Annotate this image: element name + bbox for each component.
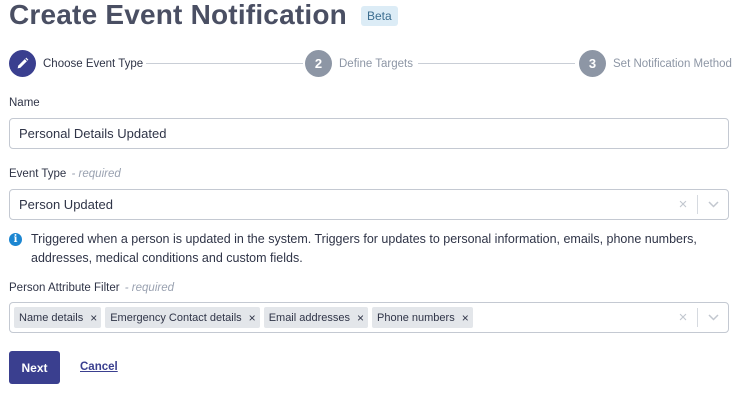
create-event-notification-page: Create Event Notification Beta Choose Ev… bbox=[0, 0, 745, 395]
tag-label: Emergency Contact details bbox=[110, 311, 242, 324]
name-label-text: Name bbox=[9, 97, 40, 109]
event-type-select[interactable]: Person Updated × bbox=[9, 189, 729, 220]
tag-label: Email addresses bbox=[268, 311, 351, 324]
attribute-filter-multiselect[interactable]: Name details × Emergency Contact details… bbox=[9, 302, 729, 333]
stepper: Choose Event Type 2 Define Targets 3 Set… bbox=[9, 50, 732, 78]
pencil-icon bbox=[9, 50, 36, 77]
tag-emergency-contact-details: Emergency Contact details × bbox=[105, 307, 260, 328]
remove-tag-icon[interactable]: × bbox=[462, 311, 469, 325]
tag-phone-numbers: Phone numbers × bbox=[372, 307, 473, 328]
info-text: Triggered when a person is updated in th… bbox=[31, 232, 697, 265]
beta-badge: Beta bbox=[360, 6, 398, 26]
tag-label: Phone numbers bbox=[377, 311, 455, 324]
remove-tag-icon[interactable]: × bbox=[90, 311, 97, 325]
clear-icon[interactable]: × bbox=[669, 196, 697, 213]
remove-tag-icon[interactable]: × bbox=[249, 311, 256, 325]
step-label: Set Notification Method bbox=[613, 57, 732, 70]
header: Create Event Notification Beta bbox=[9, 0, 398, 33]
remove-tag-icon[interactable]: × bbox=[357, 311, 364, 325]
step-set-notification-method[interactable]: 3 Set Notification Method bbox=[579, 50, 732, 77]
chevron-down-icon[interactable] bbox=[698, 201, 728, 208]
name-input[interactable]: Personal Details Updated bbox=[9, 118, 729, 149]
page-title: Create Event Notification bbox=[9, 0, 347, 30]
required-hint: - required bbox=[71, 168, 121, 180]
tag-label: Name details bbox=[19, 311, 84, 324]
select-controls: × bbox=[669, 190, 728, 219]
select-controls: × bbox=[669, 303, 728, 332]
step-define-targets[interactable]: 2 Define Targets bbox=[305, 50, 413, 77]
step-connector-1 bbox=[146, 63, 303, 64]
event-type-value: Person Updated bbox=[19, 197, 113, 212]
event-type-label: Event Type - required bbox=[9, 168, 121, 180]
event-type-info: i Triggered when a person is updated in … bbox=[9, 230, 734, 268]
clear-icon[interactable]: × bbox=[669, 309, 697, 326]
step-label: Define Targets bbox=[339, 57, 413, 70]
cancel-link[interactable]: Cancel bbox=[80, 361, 118, 373]
step-choose-event-type[interactable]: Choose Event Type bbox=[9, 50, 143, 77]
step-number: 2 bbox=[305, 50, 332, 77]
required-hint: - required bbox=[124, 282, 174, 294]
name-input-value: Personal Details Updated bbox=[19, 126, 167, 141]
info-icon: i bbox=[9, 233, 22, 246]
event-type-label-text: Event Type bbox=[9, 168, 67, 180]
next-button[interactable]: Next bbox=[9, 351, 60, 384]
chevron-down-icon[interactable] bbox=[698, 314, 728, 321]
tag-name-details: Name details × bbox=[14, 307, 102, 328]
selected-tags: Name details × Emergency Contact details… bbox=[14, 307, 477, 328]
step-connector-2 bbox=[418, 63, 575, 64]
step-number: 3 bbox=[579, 50, 606, 77]
name-label: Name bbox=[9, 97, 40, 109]
attribute-filter-label: Person Attribute Filter - required bbox=[9, 282, 174, 294]
step-label: Choose Event Type bbox=[43, 57, 144, 70]
tag-email-addresses: Email addresses × bbox=[263, 307, 369, 328]
attribute-filter-label-text: Person Attribute Filter bbox=[9, 282, 120, 294]
